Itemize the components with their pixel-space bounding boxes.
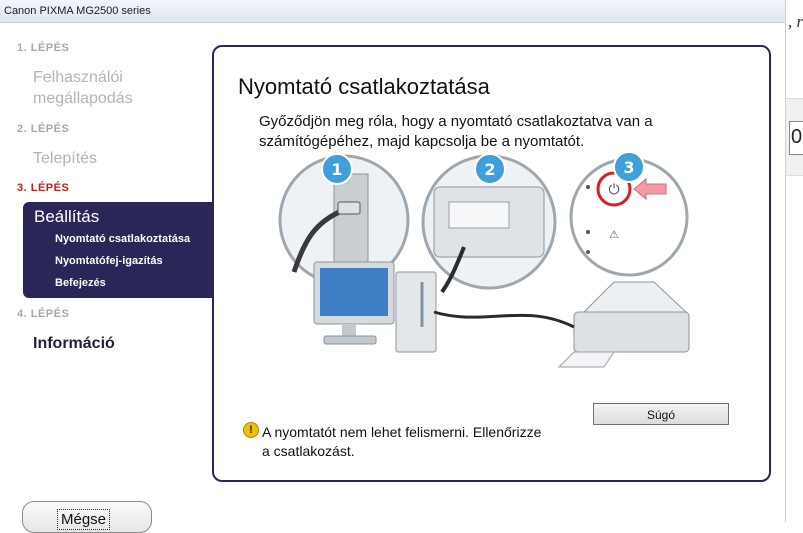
- step-3-name: Beállítás: [34, 207, 100, 226]
- step-3-label: 3. LÉPÉS: [17, 182, 70, 194]
- instruction-line-2: számítógépéhez, majd kapcsolja be a nyom…: [259, 133, 585, 150]
- background-window-digit: 0: [791, 126, 803, 148]
- printer-illustration: [557, 281, 690, 368]
- cancel-button-label: Mégse: [57, 509, 111, 530]
- step-2-name: Telepítés: [33, 150, 98, 167]
- warning-message: A nyomtatót nem lehet felismerni. Ellenő…: [262, 423, 592, 461]
- power-icon: ⏻: [608, 182, 619, 198]
- step-1-name-line2: megállapodás: [33, 90, 133, 107]
- active-step-panel: Beállítás Nyomtató csatlakoztatása Nyomt…: [23, 202, 223, 298]
- window-title: Canon PIXMA MG2500 series: [4, 5, 151, 17]
- substep-finish: Befejezés: [55, 277, 106, 289]
- background-window-edge: , r 0: [785, 0, 803, 522]
- instruction-text: Győződjön meg róla, hogy a nyomtató csat…: [259, 112, 709, 152]
- callout-2-number: 2: [484, 160, 495, 179]
- page-title: Nyomtató csatlakoztatása: [238, 74, 490, 99]
- instruction-line-1: Győződjön meg róla, hogy a nyomtató csat…: [259, 113, 653, 130]
- step-1-name-line1: Felhasználói: [33, 69, 123, 86]
- callout-1: 1: [321, 153, 353, 185]
- window-titlebar: Canon PIXMA MG2500 series: [0, 0, 785, 23]
- background-window-text: , r: [788, 12, 803, 31]
- usb-plug-icon: [337, 201, 361, 215]
- step-4-label: 4. LÉPÉS: [17, 308, 70, 320]
- cancel-button[interactable]: Mégse: [22, 501, 152, 533]
- step-2-label: 2. LÉPÉS: [17, 123, 70, 135]
- connection-illustration: ⏻ ⚠ 1 2 3: [278, 152, 690, 368]
- help-button[interactable]: Súgó: [593, 403, 729, 425]
- callout-2: 2: [474, 153, 506, 185]
- warning-icon: !: [243, 422, 259, 438]
- substep-connect-printer: Nyomtató csatlakoztatása: [55, 233, 191, 245]
- warning-line-1: A nyomtatót nem lehet felismerni. Ellenő…: [262, 424, 542, 440]
- substep-head-alignment: Nyomtatófej-igazítás: [55, 255, 163, 267]
- alarm-icon: ⚠: [609, 228, 619, 241]
- callout-3: 3: [613, 152, 645, 183]
- callout-3-number: 3: [623, 158, 634, 177]
- callout-1-number: 1: [331, 160, 342, 179]
- background-window-band: 0: [786, 98, 803, 176]
- step-1-label: 1. LÉPÉS: [17, 42, 70, 54]
- warning-line-2: a csatlakozást.: [262, 443, 355, 459]
- step-4-name: Információ: [33, 335, 115, 352]
- main-content-panel: Nyomtató csatlakoztatása Győződjön meg r…: [212, 45, 771, 482]
- computer-illustration: [313, 261, 437, 353]
